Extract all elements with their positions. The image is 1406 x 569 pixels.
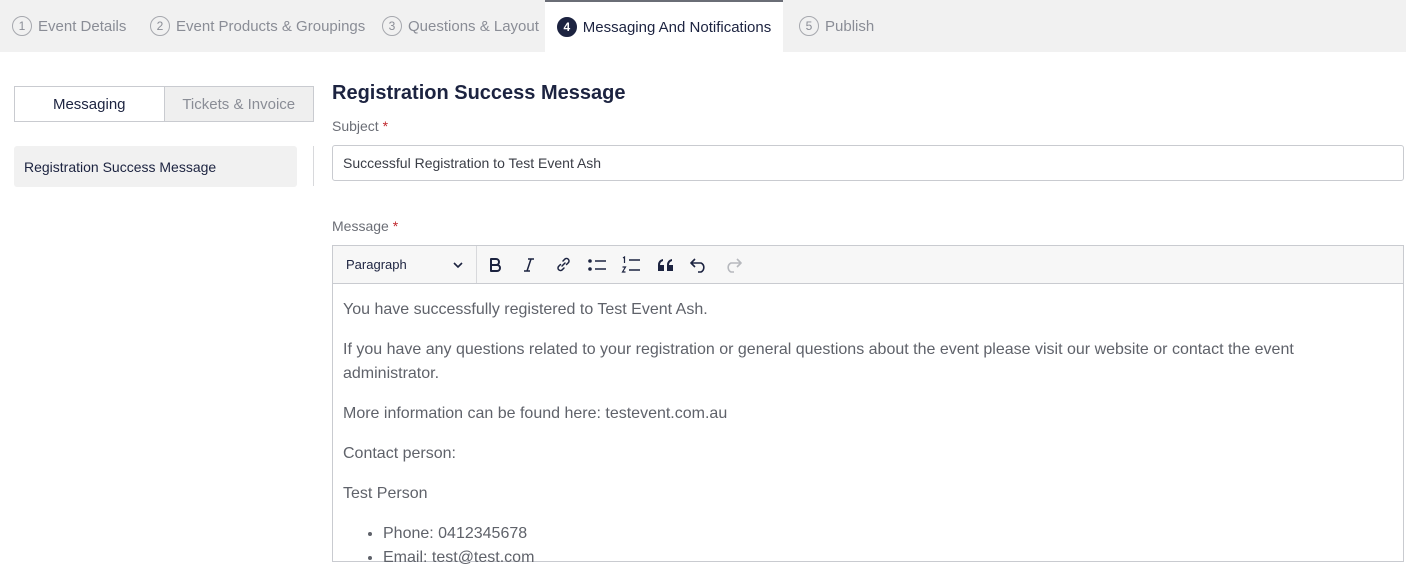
step-label: Event Details <box>38 17 127 35</box>
subject-label-text: Subject <box>332 118 379 134</box>
contact-list: Phone: 0412345678 Email: test@test.com <box>383 522 1393 569</box>
messaging-subtabs: Messaging Tickets & Invoice <box>14 86 314 122</box>
step-number: 3 <box>382 16 402 36</box>
message-label-text: Message <box>332 218 389 234</box>
italic-icon[interactable] <box>512 246 546 283</box>
block-format-dropdown[interactable]: Paragraph <box>333 246 477 283</box>
step-tab-event-products[interactable]: 2 Event Products & Groupings <box>150 0 365 52</box>
bold-icon[interactable] <box>478 246 512 283</box>
block-format-value: Paragraph <box>346 257 407 272</box>
subject-input[interactable] <box>332 145 1404 181</box>
message-editor: Paragraph You have successfully register… <box>332 245 1404 566</box>
sidebar-item-label: Registration Success Message <box>24 158 217 175</box>
link-icon[interactable] <box>546 246 580 283</box>
step-label: Messaging And Notifications <box>582 18 772 36</box>
step-number: 5 <box>799 16 819 36</box>
step-tab-questions-layout[interactable]: 3 Questions & Layout <box>382 0 539 52</box>
sidebar-item-registration-success-message[interactable]: Registration Success Message <box>14 146 297 187</box>
subtab-messaging[interactable]: Messaging <box>14 86 164 122</box>
undo-icon[interactable] <box>682 246 716 283</box>
step-tab-publish[interactable]: 5 Publish <box>799 0 874 52</box>
list-item: Phone: 0412345678 <box>383 522 1393 546</box>
step-label: Questions & Layout <box>408 17 539 35</box>
redo-icon[interactable] <box>716 246 750 283</box>
list-item: Email: test@test.com <box>383 546 1393 569</box>
message-label: Message * <box>332 218 398 234</box>
blockquote-icon[interactable] <box>648 246 682 283</box>
editor-content[interactable]: You have successfully registered to Test… <box>333 284 1403 569</box>
message-paragraph: You have successfully registered to Test… <box>343 301 708 318</box>
required-marker: * <box>392 218 399 234</box>
editor-toolbar: Paragraph <box>333 246 1403 284</box>
step-number: 4 <box>556 17 577 37</box>
section-title: Registration Success Message <box>332 82 626 104</box>
message-paragraph: If you have any questions related to you… <box>343 341 1294 382</box>
required-marker: * <box>382 118 389 134</box>
message-paragraph: Test Person <box>343 485 428 502</box>
sidebar-divider <box>313 146 314 186</box>
message-paragraph: More information can be found here: test… <box>343 405 728 422</box>
bulleted-list-icon[interactable] <box>580 246 614 283</box>
step-tab-event-details[interactable]: 1 Event Details <box>12 0 126 52</box>
step-tab-messaging-notifications[interactable]: 4 Messaging And Notifications <box>545 0 783 52</box>
step-number: 1 <box>12 16 32 36</box>
step-label: Event Products & Groupings <box>176 17 366 35</box>
step-number: 2 <box>150 16 170 36</box>
chevron-down-icon <box>452 259 464 271</box>
subtab-tickets-invoice[interactable]: Tickets & Invoice <box>163 86 314 122</box>
subject-label: Subject * <box>332 118 388 134</box>
numbered-list-icon[interactable] <box>614 246 648 283</box>
message-paragraph: Contact person: <box>343 445 456 462</box>
step-tabs: 1 Event Details 2 Event Products & Group… <box>0 0 1406 52</box>
step-label: Publish <box>825 17 875 35</box>
